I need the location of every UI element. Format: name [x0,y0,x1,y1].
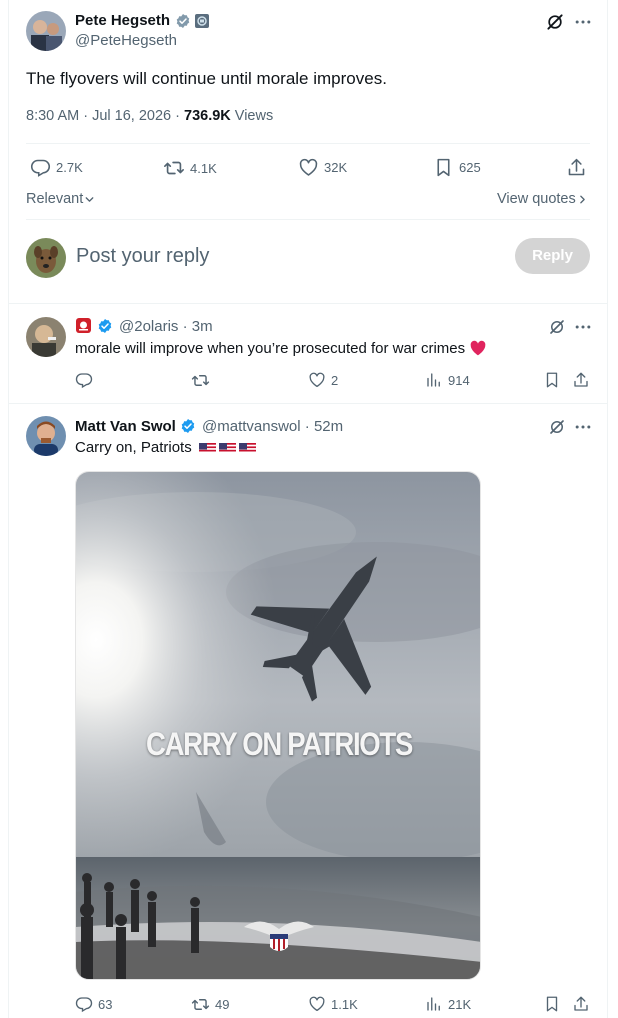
like-button[interactable]: 2 [308,371,338,389]
bookmark-icon [433,157,454,178]
repost-count: 49 [215,997,230,1012]
bookmark-button[interactable] [543,995,561,1013]
bookmark-button[interactable]: 625 [433,157,481,178]
us-flag-icon [238,441,256,453]
affiliate-badge-icon[interactable] [195,14,209,28]
reply-button[interactable]: 63 [75,995,112,1013]
bookmark-count: 625 [459,160,481,175]
reply-time[interactable]: 52m [314,418,343,435]
chevron-down-icon [83,193,96,206]
chevron-right-icon [576,193,589,206]
reply-handle-line: @mattvanswol · 52m [202,418,344,435]
views-count: 914 [448,372,470,388]
reply-avatar[interactable] [26,416,66,456]
reply-text-content: Carry on, Patriots [75,439,192,456]
share-button[interactable] [566,157,587,178]
tweet-text: The flyovers will continue until morale … [26,69,387,88]
reply-handle[interactable]: @mattvanswol [202,418,301,435]
share-icon [566,157,587,178]
reply-text-content: morale will improve when you’re prosecut… [75,340,466,357]
grok-icon[interactable] [545,12,565,32]
reply-icon [75,995,93,1013]
reply-input[interactable]: Post your reply [76,245,209,268]
tweet-date[interactable]: Jul 16, 2026 [92,108,171,124]
reply-time[interactable]: 3m [192,318,213,335]
bookmark-icon [543,995,561,1013]
like-count: 1.1K [331,996,358,1012]
more-icon[interactable] [573,12,593,32]
views-icon [425,371,443,389]
like-button[interactable]: 32K [298,157,347,178]
repost-count: 4.1K [190,160,217,176]
reply-icon [75,371,93,389]
tweet-time[interactable]: 8:30 AM [26,108,79,124]
verified-icon [175,13,191,29]
share-icon [572,995,590,1013]
reply-handle[interactable]: @2olaris [119,318,178,335]
divider [9,303,607,304]
tweet-meta: 8:30 AM · Jul 16, 2026 · 736.9K Views [26,108,274,124]
views-count: 21K [448,996,472,1012]
like-icon [308,371,326,389]
like-icon [308,995,326,1013]
repost-button[interactable]: 4.1K [163,157,217,179]
reply-button[interactable]: 2.7K [30,157,83,178]
user-avatar[interactable] [26,238,66,278]
like-button[interactable]: 1.1K [308,995,358,1013]
reply-count: 63 [98,996,113,1012]
reply-handle-line: @2olaris · 3m [119,318,213,335]
repost-icon [191,371,210,390]
like-icon [298,157,319,178]
view-quotes-link[interactable]: View quotes [497,191,589,207]
repost-icon [163,157,185,179]
divider [9,403,607,404]
grok-icon[interactable] [548,418,566,436]
repost-button[interactable]: 49 [191,995,229,1014]
share-icon [572,371,590,389]
reply-avatar[interactable] [26,317,66,357]
us-flag-icon [198,441,216,453]
repost-icon [191,995,210,1014]
views-button[interactable]: 21K [425,995,471,1013]
author-name[interactable]: Pete Hegseth [75,12,170,29]
views-button[interactable]: 914 [425,371,470,389]
divider [26,219,590,220]
like-count: 2 [331,372,339,388]
reply-count: 2.7K [56,160,83,175]
divider [26,143,590,144]
reply-author-name[interactable]: Matt Van Swol [75,418,176,435]
reply-text: morale will improve when you’re prosecut… [75,339,487,359]
author-handle[interactable]: @PeteHegseth [75,32,177,49]
bookmark-icon [543,371,561,389]
verified-icon [97,318,113,334]
reply-media[interactable]: CARRY ON PATRIOTS [75,471,481,980]
sort-dropdown[interactable]: Relevant [26,191,96,207]
views-icon [425,995,443,1013]
repost-button[interactable] [191,371,215,390]
verified-icon [180,418,196,434]
reply-button[interactable] [75,371,98,389]
display-name-emoji-icon [76,318,91,333]
sort-label: Relevant [26,191,84,207]
views-count: 736.9K [184,108,231,124]
like-count: 32K [324,160,348,175]
share-button[interactable] [572,995,590,1013]
reply-submit-button[interactable]: Reply [515,238,590,274]
reply-text: Carry on, Patriots [75,438,256,458]
bookmark-button[interactable] [543,371,561,389]
author-avatar[interactable] [26,11,66,51]
us-flag-icon [218,441,236,453]
more-icon[interactable] [573,417,593,437]
views-label: Views [234,108,274,124]
grok-icon[interactable] [548,318,566,336]
share-button[interactable] [572,371,590,389]
heart-emoji-icon [470,340,486,356]
reply-icon [30,157,51,178]
view-quotes-label: View quotes [497,191,576,207]
more-icon[interactable] [573,317,593,337]
media-caption: CARRY ON PATRIOTS [145,726,413,762]
